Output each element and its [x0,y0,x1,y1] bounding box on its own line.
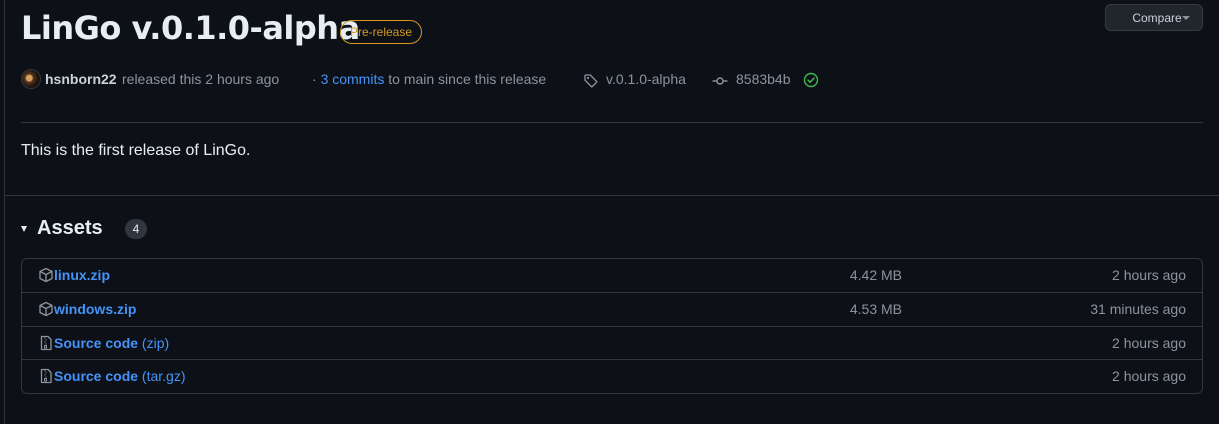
package-icon [39,301,53,317]
assets-count-badge: 4 [125,219,147,239]
commits-suffix: to main since this release [388,71,547,87]
commits-link[interactable]: 3 commits [321,71,385,87]
asset-size: 4.53 MB [849,301,902,317]
commits-info: · 3 commits to main since this release [312,70,546,90]
asset-row: windows.zip 4.53 MB 31 minutes ago [22,292,1202,325]
asset-link[interactable]: Source code (zip) [54,334,169,352]
asset-link[interactable]: linux.zip [54,266,110,284]
asset-name: windows.zip [54,301,137,317]
asset-link[interactable]: windows.zip [54,300,136,318]
assets-list: linux.zip 4.42 MB 2 hours ago windows.zi… [21,258,1203,394]
asset-row: linux.zip 4.42 MB 2 hours ago [22,259,1202,292]
avatar[interactable] [21,69,41,89]
chevron-down-icon [1182,16,1190,20]
commit-icon [712,77,728,85]
asset-name: Source code [54,368,139,384]
release-title[interactable]: LinGo v.0.1.0-alpha [21,8,360,48]
asset-row: Source code (tar.gz) 2 hours ago [22,359,1202,392]
asset-name: linux.zip [54,267,110,283]
compare-label: Compare [1132,11,1182,25]
asset-time: 31 minutes ago [1090,301,1186,317]
commit-sha-link[interactable]: 8583b4b [736,70,791,90]
disclosure-triangle-icon[interactable] [21,226,27,232]
asset-format: (tar.gz) [141,368,186,384]
asset-time: 2 hours ago [1112,335,1186,351]
file-zip-icon [40,335,52,351]
tag-icon [584,74,598,88]
divider [21,122,1203,123]
asset-time: 2 hours ago [1112,368,1186,384]
released-time: released this 2 hours ago [122,71,280,87]
release-notes: This is the first release of LinGo. [21,142,251,159]
asset-name: Source code [54,335,139,351]
asset-time: 2 hours ago [1112,267,1186,283]
tag-link[interactable]: v.0.1.0-alpha [606,70,686,90]
asset-size: 4.42 MB [849,267,902,283]
asset-link[interactable]: Source code (tar.gz) [54,367,186,385]
verified-check-icon[interactable] [803,72,819,88]
divider [5,195,1219,196]
commits-separator: · [312,71,317,87]
compare-button[interactable]: Compare [1105,4,1203,31]
asset-format: (zip) [141,335,170,351]
author-link[interactable]: hsnborn22 [45,70,117,90]
package-icon [39,267,53,283]
assets-title: Assets [37,217,103,239]
prerelease-badge: Pre-release [340,20,423,44]
asset-row: Source code (zip) 2 hours ago [22,326,1202,359]
file-zip-icon [40,368,52,384]
